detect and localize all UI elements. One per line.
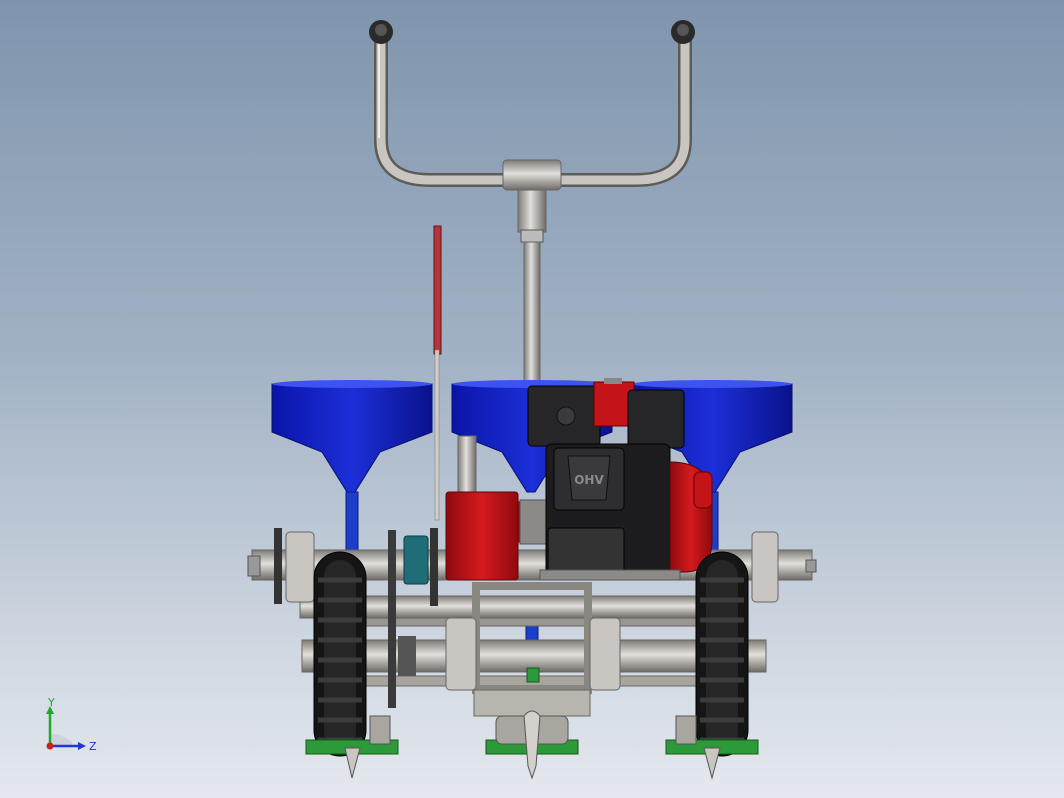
clutch-lever[interactable] <box>433 225 442 521</box>
y-axis-label: Y <box>47 696 55 709</box>
engine-logo: OHV <box>574 473 604 487</box>
handle-column <box>523 241 541 383</box>
furrow-openers <box>305 710 759 780</box>
cad-viewport[interactable]: OHV Y Z <box>0 0 1064 798</box>
left-hopper <box>271 380 433 559</box>
z-axis-label: Z <box>89 740 97 753</box>
handlebar[interactable] <box>369 20 695 383</box>
planter-machine-model[interactable]: OHV <box>0 0 1064 798</box>
handle-tee-joint <box>502 159 562 191</box>
right-wheel <box>695 551 749 757</box>
coordinate-triad: Y Z <box>46 696 97 753</box>
x-axis-dot-icon <box>46 742 54 750</box>
left-wheel <box>313 551 367 757</box>
bearing-housing <box>403 535 429 585</box>
engine: OHV <box>527 378 713 581</box>
